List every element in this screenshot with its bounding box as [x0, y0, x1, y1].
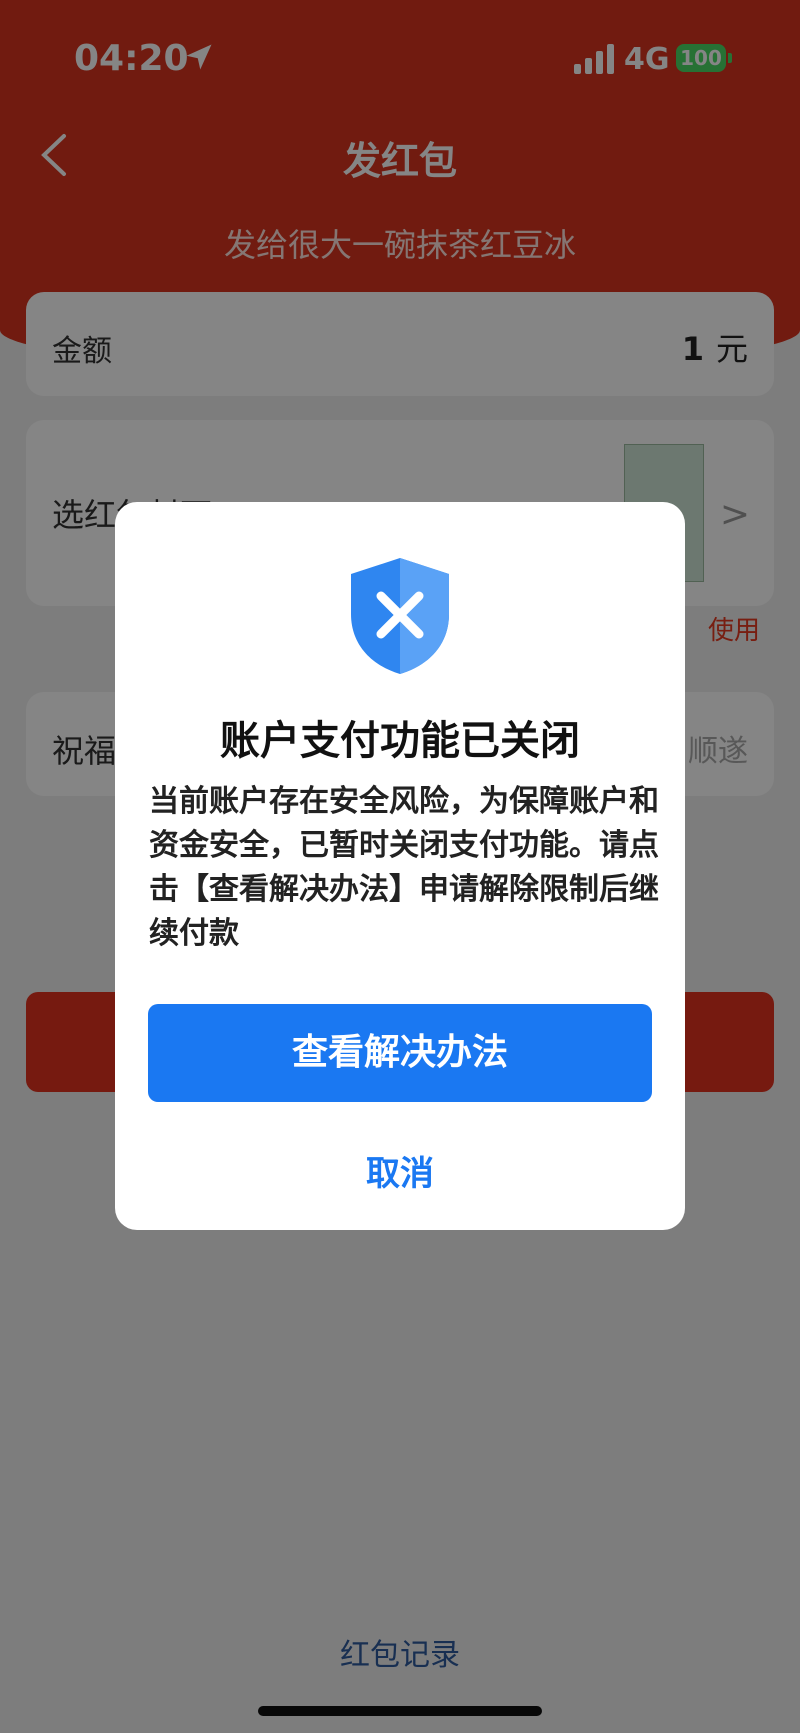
shield-close-icon [351, 558, 449, 674]
payment-closed-dialog: 账户支付功能已关闭 当前账户存在安全风险，为保障账户和资金安全，已暂时关闭支付功… [115, 502, 685, 1230]
cancel-button[interactable]: 取消 [115, 1146, 685, 1195]
dialog-title: 账户支付功能已关闭 [220, 718, 580, 764]
dialog-message: 当前账户存在安全风险，为保障账户和资金安全，已暂时关闭支付功能。请点击【查看解决… [149, 784, 659, 951]
view-solution-button[interactable]: 查看解决办法 [148, 1004, 652, 1102]
